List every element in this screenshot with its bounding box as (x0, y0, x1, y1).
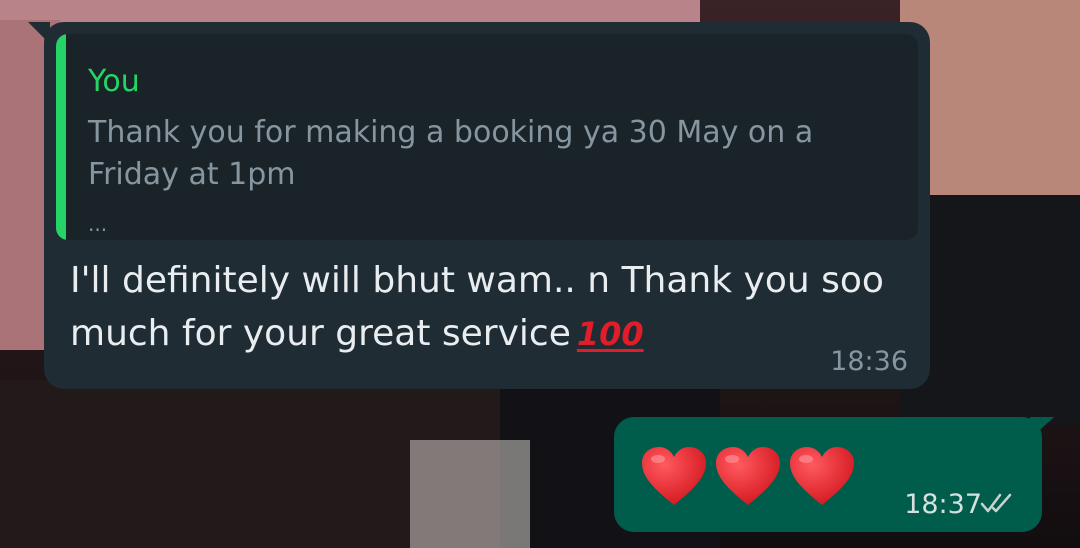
quote-author: You (88, 64, 140, 99)
quote-text: Thank you for making a booking ya 30 May… (88, 115, 814, 192)
message-timestamp: 18:37 (904, 489, 982, 520)
message-timestamp: 18:36 (830, 346, 908, 377)
incoming-message-bubble[interactable]: You Thank you for making a booking ya 30… (44, 22, 930, 389)
message-text: I'll definitely will bhut wam.. n Thank … (70, 254, 920, 361)
message-body: I'll definitely will bhut wam.. n Thank … (70, 260, 884, 354)
heart-icon (642, 447, 706, 505)
quote-accent-bar (56, 34, 66, 240)
heart-icon (716, 447, 780, 505)
hundred-points-emoji: 100 (576, 315, 644, 353)
hearts-emoji-row (640, 445, 856, 507)
heart-icon (790, 447, 854, 505)
double-tick-icon (980, 493, 1012, 513)
quote-ellipsis: ... (88, 212, 108, 236)
quoted-reply[interactable]: You Thank you for making a booking ya 30… (56, 34, 918, 240)
outgoing-message-bubble[interactable]: 18:37 (614, 417, 1042, 532)
wallpaper-white-object (410, 440, 530, 548)
